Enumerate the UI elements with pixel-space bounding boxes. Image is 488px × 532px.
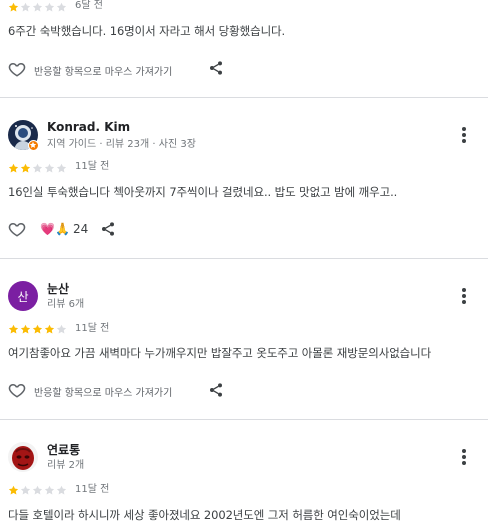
star-rating	[8, 159, 67, 173]
review-date: 11달 전	[75, 323, 110, 334]
star-filled-icon	[8, 0, 19, 12]
star-empty-icon	[20, 0, 31, 12]
heart-icon[interactable]	[8, 60, 26, 78]
star-filled-icon	[32, 320, 43, 334]
star-empty-icon	[44, 481, 55, 495]
review-card: 산 눈산 리뷰 6개 11달 전 여기참좋아요 가끔 새벽마다 누가깨우지만 밥…	[0, 259, 488, 419]
star-empty-icon	[56, 0, 67, 12]
star-filled-icon	[20, 159, 31, 173]
share-icon[interactable]	[208, 382, 224, 398]
react-hover-label: 반응할 항목으로 마우스 가져가기	[34, 67, 173, 78]
star-filled-icon	[20, 320, 31, 334]
star-rating	[8, 0, 67, 12]
star-empty-icon	[56, 481, 67, 495]
review-date: 11달 전	[75, 161, 110, 172]
avatar-letter: 산	[17, 289, 29, 304]
star-empty-icon	[32, 159, 43, 173]
more-options-icon[interactable]	[456, 125, 472, 145]
reviewer-meta: 리뷰 6개	[47, 299, 85, 310]
share-icon[interactable]	[100, 221, 116, 237]
letter-avatar[interactable]: 산	[8, 281, 38, 311]
heart-icon[interactable]	[8, 220, 26, 238]
heart-icon[interactable]	[8, 381, 26, 399]
review-card: 연료통 리뷰 2개 11달 전 다들 호텔이라 하시니까 세상 좋아졌네요 20…	[0, 420, 488, 532]
react-hover-label: 반응할 항목으로 마우스 가져가기	[34, 388, 173, 399]
star-empty-icon	[44, 0, 55, 12]
star-empty-icon	[44, 159, 55, 173]
reviewer-meta: 리뷰 2개	[47, 460, 85, 471]
reviewer-name[interactable]: Konrad. Kim	[47, 120, 130, 134]
star-empty-icon	[32, 0, 43, 12]
review-text: 다들 호텔이라 하시니까 세상 좋아졌네요 2002년도엔 그저 허름한 여인숙…	[8, 508, 401, 522]
star-filled-icon	[44, 320, 55, 334]
review-date: 6달 전	[75, 0, 103, 11]
review-date: 11달 전	[75, 484, 110, 495]
local-guide-badge-icon	[28, 140, 39, 151]
reaction-emojis[interactable]: 💗🙏	[40, 222, 70, 236]
star-filled-icon	[8, 481, 19, 495]
review-text: 6주간 숙박했습니다. 16명이서 자라고 해서 당황했습니다.	[8, 24, 286, 38]
star-rating	[8, 481, 67, 495]
star-empty-icon	[56, 320, 67, 334]
review-card: 6달 전 6주간 숙박했습니다. 16명이서 자라고 해서 당황했습니다. 반응…	[0, 0, 488, 97]
reaction-count: 24	[73, 222, 89, 236]
star-filled-icon	[8, 159, 19, 173]
star-filled-icon	[8, 320, 19, 334]
reviewer-meta: 지역 가이드 · 리뷰 23개 · 사진 3장	[47, 139, 196, 150]
review-text: 16인실 투숙했습니다 첵아웃까지 7주씩이나 걸렸네요.. 밥도 맛없고 밤에…	[8, 185, 398, 199]
more-options-icon[interactable]	[456, 447, 472, 467]
star-empty-icon	[32, 481, 43, 495]
star-empty-icon	[20, 481, 31, 495]
review-text: 여기참좋아요 가끔 새벽마다 누가깨우지만 밥잘주고 옷도주고 아몰론 재방문의…	[8, 346, 432, 360]
star-empty-icon	[56, 159, 67, 173]
share-icon[interactable]	[208, 60, 224, 76]
star-rating	[8, 320, 67, 334]
review-card: Konrad. Kim 지역 가이드 · 리뷰 23개 · 사진 3장 11달 …	[0, 98, 488, 258]
more-options-icon[interactable]	[456, 286, 472, 306]
red-mask-avatar-icon[interactable]	[8, 442, 38, 472]
